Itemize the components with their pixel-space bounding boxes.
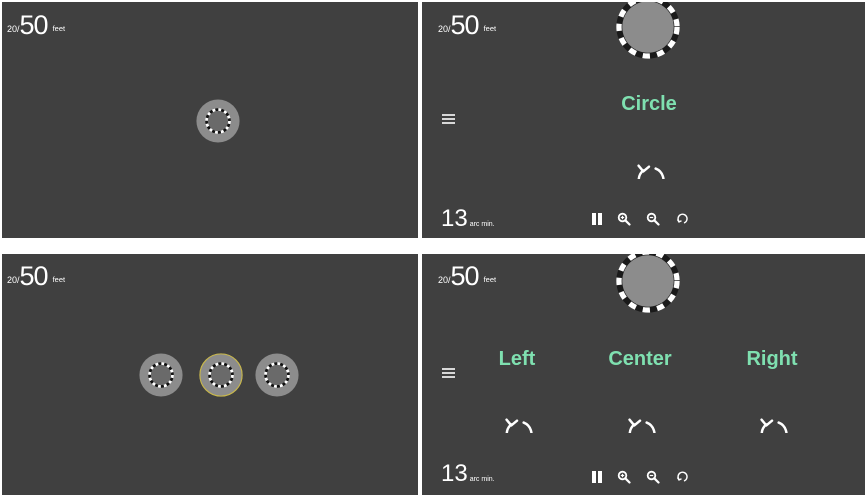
arc-readout: 13 arc min. [441,460,495,488]
label-left[interactable]: Left [499,348,536,371]
acuity-readout: 20/50 feet [438,10,497,40]
acuity-prefix: 20/ [7,275,20,285]
stimulus-panel-bottom-left: 20/50 feet [2,254,418,495]
acuity-readout: 20/50 feet [7,261,66,291]
hamburger-icon[interactable] [442,368,455,378]
circle-stimulus[interactable] [196,99,240,143]
arc-value: 13 [441,205,468,232]
rotate-arrow-icon-right[interactable] [753,395,791,433]
acuity-prefix: 20/ [7,24,20,34]
acuity-unit: feet [483,24,497,33]
acuity-value: 50 [450,10,480,40]
rotate-arrow-icon-center[interactable] [621,395,659,433]
label-circle[interactable]: Circle [621,93,677,116]
reset-rotate-icon[interactable] [675,212,689,226]
acuity-prefix: 20/ [438,24,451,34]
acuity-value: 50 [19,10,49,40]
hamburger-icon[interactable] [442,114,455,124]
acuity-value: 50 [450,261,480,291]
acuity-prefix: 20/ [438,275,451,285]
controller-panel-bottom-right: 20/50 feet Left Center Right 13 arc min. [422,254,865,495]
zoom-in-icon[interactable] [617,470,631,484]
preview-stimulus [615,2,681,60]
zoom-in-icon[interactable] [617,212,631,226]
preview-stimulus [615,254,681,314]
stimulus-panel-top-left: 20/50 feet [2,2,418,238]
acuity-value: 50 [19,261,49,291]
label-right[interactable]: Right [746,348,797,371]
arc-readout: 13 arc min. [441,205,495,233]
rotate-arrow-icon[interactable] [630,141,668,179]
acuity-unit: feet [483,275,497,284]
rotate-arrow-icon-left[interactable] [498,395,536,433]
reset-rotate-icon[interactable] [675,470,689,484]
label-center[interactable]: Center [608,348,671,371]
center-stimulus[interactable] [199,353,243,397]
zoom-out-icon[interactable] [646,212,660,226]
acuity-unit: feet [52,24,66,33]
arc-unit: arc min. [469,476,495,483]
left-stimulus[interactable] [139,353,183,397]
arc-value: 13 [441,460,468,487]
zoom-out-icon[interactable] [646,470,660,484]
pause-icon[interactable] [590,212,604,226]
arc-unit: arc min. [469,221,495,228]
acuity-readout: 20/50 feet [7,10,66,40]
acuity-readout: 20/50 feet [438,261,497,291]
controller-panel-top-right: 20/50 feet Circle 13 arc min. [422,2,865,238]
pause-icon[interactable] [590,470,604,484]
acuity-unit: feet [52,275,66,284]
right-stimulus[interactable] [255,353,299,397]
